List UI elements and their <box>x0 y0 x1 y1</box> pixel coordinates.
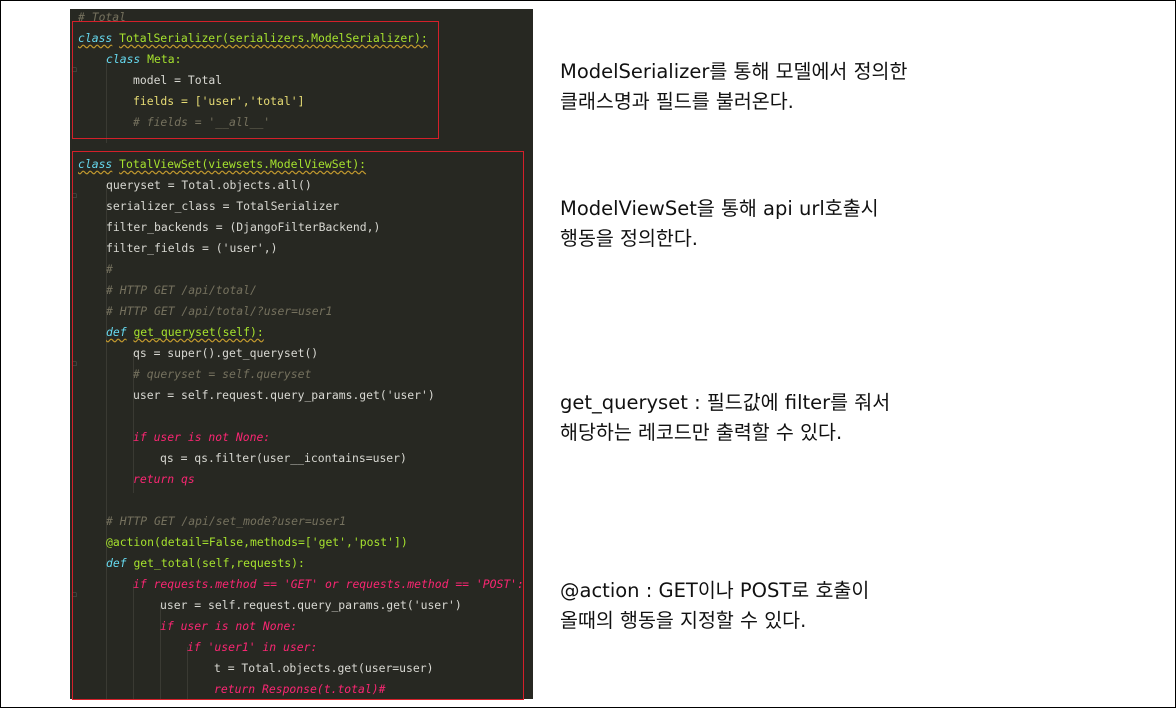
note-line: get_queryset : 필드값에 filter를 줘서 <box>560 391 891 414</box>
note-action: @action : GET이나 POST로 호출이 올때의 행동을 지정할 수 … <box>560 576 869 636</box>
note-line: ModelViewSet을 통해 api url호출시 <box>560 197 879 220</box>
note-viewset: ModelViewSet을 통해 api url호출시 행동을 정의한다. <box>560 194 879 254</box>
note-line: @action : GET이나 POST로 호출이 <box>560 579 870 602</box>
serializer-highlight-box <box>72 21 439 139</box>
note-get-queryset: get_queryset : 필드값에 filter를 줘서 해당하는 레코드만… <box>560 388 890 448</box>
note-line: 해당하는 레코드만 출력할 수 있다. <box>560 421 843 444</box>
note-line: 행동을 정의한다. <box>560 227 698 250</box>
viewset-highlight-box <box>72 151 524 700</box>
note-line: 클래스명과 필드를 불러온다. <box>560 90 794 113</box>
note-serializer: ModelSerializer를 통해 모델에서 정의한 클래스명과 필드를 불… <box>560 57 907 117</box>
note-line: ModelSerializer를 통해 모델에서 정의한 <box>560 60 908 83</box>
note-line: 올때의 행동을 지정할 수 있다. <box>560 609 807 632</box>
